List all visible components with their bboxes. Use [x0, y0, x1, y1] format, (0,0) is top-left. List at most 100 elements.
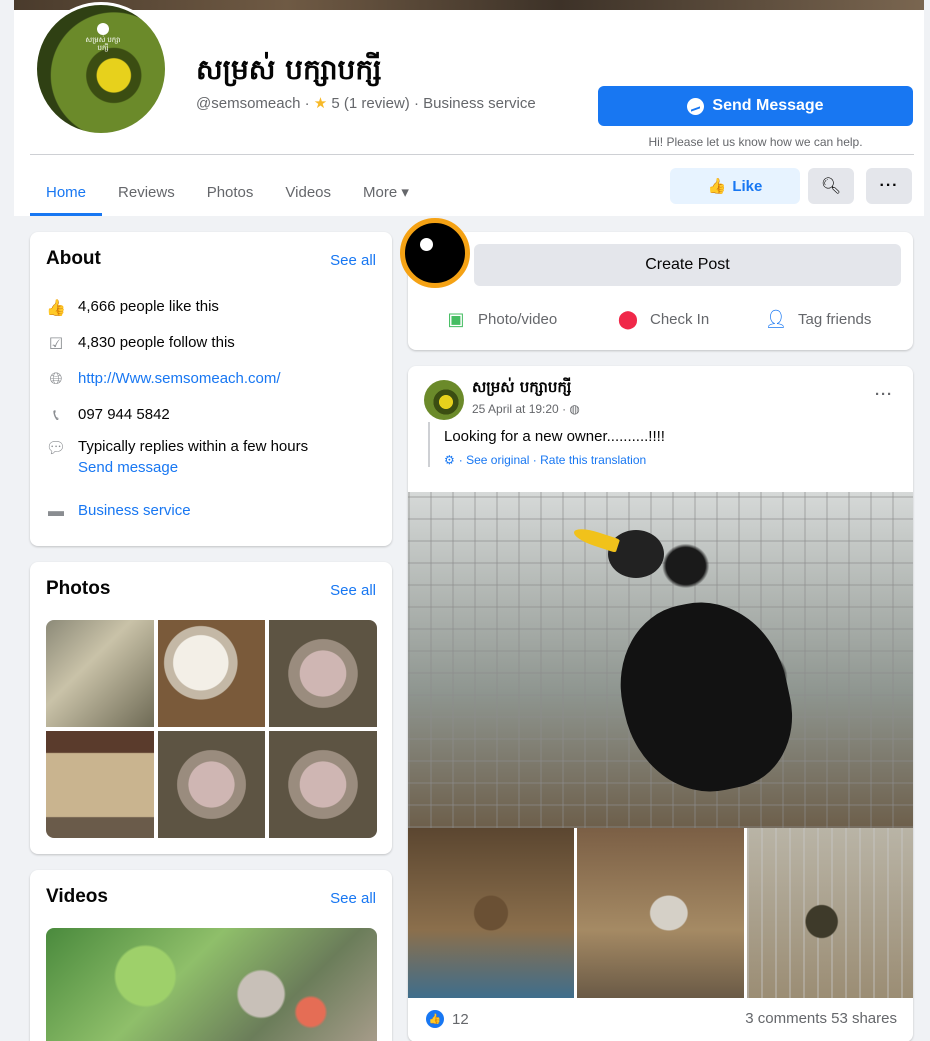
- translation-links[interactable]: ⚙ · See original · Rate this translation: [444, 453, 665, 467]
- globe-icon: 🌐︎: [49, 371, 63, 388]
- videos-card: Videos See all: [30, 870, 392, 1041]
- post-author-avatar[interactable]: [424, 380, 464, 420]
- about-likes: 4,666 people like this: [78, 298, 219, 315]
- tag-friends-button[interactable]: 👤︎ Tag friends: [764, 308, 872, 330]
- photo-icon: ▣: [447, 308, 465, 329]
- thumbs-up-icon: 👍: [707, 178, 727, 195]
- photo-thumbnail[interactable]: [269, 731, 377, 838]
- page-meta: @semsomeach · ★ 5 (1 review) · Business …: [196, 95, 536, 112]
- page-handle[interactable]: @semsomeach: [196, 95, 300, 112]
- post-reactions[interactable]: 👍 12: [426, 1010, 469, 1028]
- page-header: សម្រស់ បក្សាបក្សី សម្រស់ បក្សាបក្សី @sem…: [14, 2, 924, 216]
- about-phone-row: 📞︎ 097 944 5842: [46, 406, 170, 426]
- translation-text[interactable]: · See original · Rate this translation: [459, 453, 646, 467]
- about-replies-row: 💬︎ Typically replies within a few hours …: [46, 438, 308, 476]
- post-author-name[interactable]: សម្រស់ បក្សាបក្សី: [472, 378, 571, 400]
- about-replies: Typically replies within a few hours: [78, 438, 309, 455]
- page-reviews[interactable]: (1 review): [344, 95, 410, 112]
- tag-friends-icon: 👤︎: [764, 308, 788, 329]
- about-website-link[interactable]: http://Www.semsomeach.com/: [78, 370, 281, 387]
- post-timestamp[interactable]: 25 April at 19:20 · ◍: [472, 402, 580, 416]
- video-thumbnail[interactable]: [46, 928, 377, 1041]
- post-image-thumbnail[interactable]: [408, 828, 575, 998]
- send-message-hint: Hi! Please let us know how we can help.: [648, 135, 863, 149]
- page-tabs: Home Reviews Photos Videos More ▾: [30, 170, 425, 216]
- briefcase-icon: ▬: [48, 503, 64, 520]
- more-options-button[interactable]: ···: [866, 168, 912, 204]
- gear-icon: ⚙: [444, 453, 455, 467]
- photo-video-label: Photo/video: [478, 310, 558, 328]
- about-follows: 4,830 people follow this: [78, 334, 235, 351]
- create-post-button[interactable]: Create Post: [474, 244, 901, 286]
- photo-thumbnail[interactable]: [269, 620, 377, 727]
- post-image-thumbnail[interactable]: [746, 828, 913, 998]
- about-send-message-link[interactable]: Send message: [78, 459, 308, 476]
- create-post-card: Create Post ▣ Photo/video ⬤ Check In 👤︎ …: [408, 232, 913, 350]
- about-category-link[interactable]: Business service: [78, 502, 191, 519]
- messenger-icon: [687, 97, 705, 115]
- search-button[interactable]: 🔍︎: [808, 168, 854, 204]
- bird-head-shape: [608, 530, 664, 578]
- location-pin-icon: ⬤: [617, 308, 639, 329]
- photos-grid: [46, 620, 377, 838]
- tag-friends-label: Tag friends: [798, 310, 872, 328]
- cover-photo-strip: [14, 0, 924, 10]
- post-image-thumbnail[interactable]: [577, 828, 744, 998]
- follow-icon: ☑: [48, 336, 64, 353]
- bird-beak-shape: [571, 525, 621, 553]
- about-category-row: ▬ Business service: [46, 502, 191, 522]
- about-see-all-link[interactable]: See all: [330, 252, 376, 269]
- post-text: Looking for a new owner..........!!!!: [444, 428, 665, 445]
- photos-see-all-link[interactable]: See all: [330, 582, 376, 599]
- photo-video-button[interactable]: ▣ Photo/video: [444, 308, 557, 330]
- send-message-label: Send Message: [712, 97, 824, 114]
- star-icon: ★: [313, 95, 328, 112]
- post-content: Looking for a new owner..........!!!! ⚙ …: [428, 422, 665, 467]
- tab-photos[interactable]: Photos: [191, 170, 270, 216]
- header-divider: [30, 154, 914, 155]
- page-rating[interactable]: 5: [331, 95, 339, 112]
- thumbs-up-icon: 👍: [46, 300, 66, 317]
- post-comments-shares[interactable]: 3 comments 53 shares: [745, 1010, 897, 1027]
- post-more-icon[interactable]: ···: [875, 386, 893, 403]
- like-page-button[interactable]: 👍 Like: [670, 168, 800, 204]
- more-icon: ···: [879, 177, 899, 194]
- tab-reviews[interactable]: Reviews: [102, 170, 191, 216]
- bird-body-shape: [605, 586, 806, 808]
- post-main-image[interactable]: [408, 492, 913, 828]
- tab-more[interactable]: More ▾: [347, 170, 425, 216]
- videos-see-all-link[interactable]: See all: [330, 890, 376, 907]
- about-title: About: [46, 248, 101, 269]
- about-follows-row: ☑ 4,830 people follow this: [46, 334, 235, 354]
- check-in-label: Check In: [650, 310, 710, 328]
- phone-icon: 📞︎: [53, 407, 59, 424]
- post-card: សម្រស់ បក្សាបក្សី 25 April at 19:20 · ◍ …: [408, 366, 913, 1041]
- photo-thumbnail[interactable]: [46, 620, 154, 727]
- about-phone: 097 944 5842: [78, 406, 170, 423]
- photo-thumbnail[interactable]: [157, 731, 266, 838]
- search-icon: 🔍︎: [820, 178, 842, 195]
- post-like-count: 12: [452, 1010, 469, 1028]
- page-category[interactable]: Business service: [423, 95, 536, 112]
- videos-title: Videos: [46, 886, 108, 907]
- post-image-thumbnails: [408, 828, 913, 998]
- like-reaction-icon: 👍: [426, 1010, 444, 1028]
- photo-thumbnail[interactable]: [46, 731, 154, 838]
- check-in-button[interactable]: ⬤ Check In: [616, 308, 709, 330]
- profile-eye-icon[interactable]: [400, 218, 470, 288]
- like-label: Like: [732, 177, 763, 195]
- avatar-logo-text: សម្រស់ បក្សាបក្សី: [85, 37, 121, 52]
- about-card: About See all 👍 4,666 people like this ☑…: [30, 232, 392, 546]
- chat-bubble-icon: 💬︎: [45, 440, 67, 457]
- photo-thumbnail[interactable]: [157, 620, 266, 727]
- page-title: សម្រស់ បក្សាបក្សី: [196, 53, 382, 86]
- page-avatar[interactable]: សម្រស់ បក្សាបក្សី: [34, 2, 168, 136]
- logo-icon: [97, 23, 109, 35]
- tab-videos[interactable]: Videos: [269, 170, 347, 216]
- send-message-button[interactable]: Send Message: [598, 86, 913, 126]
- photos-card: Photos See all: [30, 562, 392, 854]
- about-website-row: 🌐︎ http://Www.semsomeach.com/: [46, 370, 281, 390]
- photos-title: Photos: [46, 578, 111, 599]
- tab-home[interactable]: Home: [30, 170, 103, 216]
- avatar-logo: សម្រស់ បក្សាបក្សី: [85, 23, 121, 53]
